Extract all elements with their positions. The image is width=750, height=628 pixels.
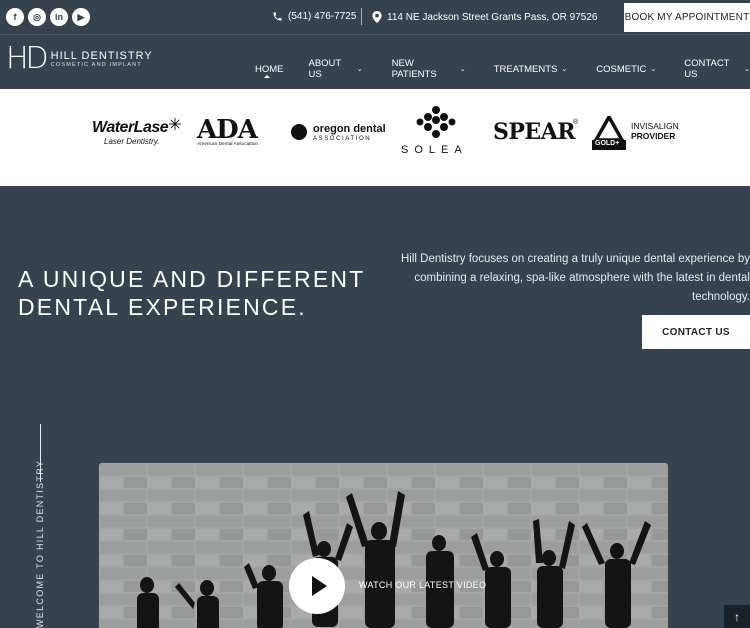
invisalign-badge-label: GOLD+ bbox=[595, 140, 620, 147]
divider bbox=[361, 8, 362, 25]
phone-link[interactable]: (541) 476-7725 bbox=[272, 11, 356, 22]
hero-heading: A UNIQUE AND DIFFERENT DENTAL EXPERIENCE… bbox=[18, 265, 378, 321]
nav-item-treatments[interactable]: TREATMENTS ⌄ bbox=[494, 58, 568, 80]
nav-item-label: TREATMENTS bbox=[493, 63, 558, 75]
chevron-down-icon: ⌄ bbox=[459, 66, 466, 73]
invisalign-title: INVISALIGN bbox=[631, 121, 679, 131]
nav-menu: HOME ABOUT US ⌄ NEW PATIENTS ⌄ TREATMENTS ⌄… bbox=[255, 58, 750, 80]
video-player[interactable]: WATCH OUR LATEST VIDEO bbox=[99, 463, 668, 628]
nav-item-about-us[interactable]: ABOUT US ⌄ bbox=[309, 58, 363, 80]
ada-subtitle: American Dental Association bbox=[197, 142, 259, 147]
watch-video-label[interactable]: WATCH OUR LATEST VIDEO bbox=[359, 580, 486, 590]
main-navbar: HD HILL DENTISTRY COSMETIC AND IMPLANT H… bbox=[0, 36, 750, 88]
arrow-up-icon: ↑ bbox=[734, 609, 740, 624]
top-bar: f ◎ in ▶ (541) 476-7725 114 NE Jackson S… bbox=[0, 0, 750, 35]
solea-logo: SOLEA bbox=[401, 144, 468, 156]
spear-logo: SPEAR bbox=[493, 119, 576, 145]
welcome-vertical-text: WELCOME TO HILL DENTISTRY bbox=[35, 459, 45, 628]
play-button[interactable] bbox=[289, 558, 345, 614]
scroll-to-top-button[interactable]: ↑ bbox=[724, 605, 750, 628]
nav-item-label: NEW PATIENTS bbox=[391, 58, 437, 80]
contact-us-button[interactable]: CONTACT US bbox=[642, 315, 750, 349]
nav-item-label: ABOUT US bbox=[308, 58, 342, 80]
chevron-down-icon: ⌄ bbox=[561, 66, 568, 73]
team-photo bbox=[99, 463, 668, 628]
affiliations-strip: WaterLase Laser Dentistry. ADA American … bbox=[0, 89, 750, 186]
instagram-icon[interactable]: ◎ bbox=[28, 8, 46, 26]
logo-tagline: COSMETIC AND IMPLANT bbox=[50, 62, 142, 69]
address-link[interactable]: 114 NE Jackson Street Grants Pass, OR 97… bbox=[372, 11, 597, 23]
linkedin-icon[interactable]: in bbox=[50, 8, 68, 26]
solea-mark-icon bbox=[416, 106, 456, 138]
play-icon bbox=[312, 576, 327, 596]
facebook-icon[interactable]: f bbox=[6, 8, 24, 26]
social-links: f ◎ in ▶ bbox=[6, 8, 90, 26]
ada-logo: ADA bbox=[197, 115, 258, 145]
logo-mark: HD bbox=[6, 41, 49, 76]
phone-number: (541) 476-7725 bbox=[288, 11, 357, 22]
chevron-down-icon: ⌄ bbox=[650, 66, 657, 73]
logo-name: HILL DENTISTRY bbox=[50, 49, 153, 62]
oda-subtitle: ASSOCIATION bbox=[313, 136, 372, 142]
nav-item-label: COSMETIC bbox=[596, 63, 647, 75]
nav-item-label: CONTACT US bbox=[684, 58, 730, 80]
nav-item-contact-us[interactable]: CONTACT US ⌄ bbox=[684, 58, 750, 80]
oda-logo: oregon dental bbox=[313, 123, 386, 135]
sparkle-icon bbox=[169, 118, 181, 130]
nav-item-label: HOME bbox=[255, 63, 284, 75]
registered-mark: ® bbox=[573, 119, 579, 126]
oda-mark-icon bbox=[291, 124, 307, 140]
waterlase-logo: WaterLase bbox=[92, 119, 169, 136]
nav-item-new-patients[interactable]: NEW PATIENTS ⌄ bbox=[392, 58, 466, 80]
waterlase-subtitle: Laser Dentistry. bbox=[104, 137, 160, 146]
phone-icon bbox=[273, 12, 282, 21]
nav-item-cosmetic[interactable]: COSMETIC ⌄ bbox=[596, 58, 656, 80]
hero-intro: Hill Dentistry focuses on creating a tru… bbox=[400, 253, 750, 303]
hero-heading-line1: A UNIQUE AND DIFFERENT bbox=[18, 266, 366, 292]
address-text: 114 NE Jackson Street Grants Pass, OR 97… bbox=[387, 11, 598, 23]
hero-heading-line2: DENTAL EXPERIENCE. bbox=[18, 294, 307, 321]
youtube-icon[interactable]: ▶ bbox=[72, 8, 90, 26]
invisalign-subtitle: PROVIDER bbox=[631, 131, 676, 142]
map-pin-icon bbox=[372, 11, 382, 23]
active-indicator bbox=[264, 75, 270, 78]
chevron-down-icon: ⌄ bbox=[744, 66, 750, 73]
chevron-down-icon: ⌄ bbox=[356, 66, 363, 73]
invisalign-logo: INVISALIGN PROVIDER bbox=[631, 121, 679, 141]
book-appointment-button[interactable]: BOOK MY APPOINTMENT bbox=[624, 3, 750, 32]
site-logo[interactable]: HD HILL DENTISTRY COSMETIC AND IMPLANT bbox=[6, 44, 153, 74]
